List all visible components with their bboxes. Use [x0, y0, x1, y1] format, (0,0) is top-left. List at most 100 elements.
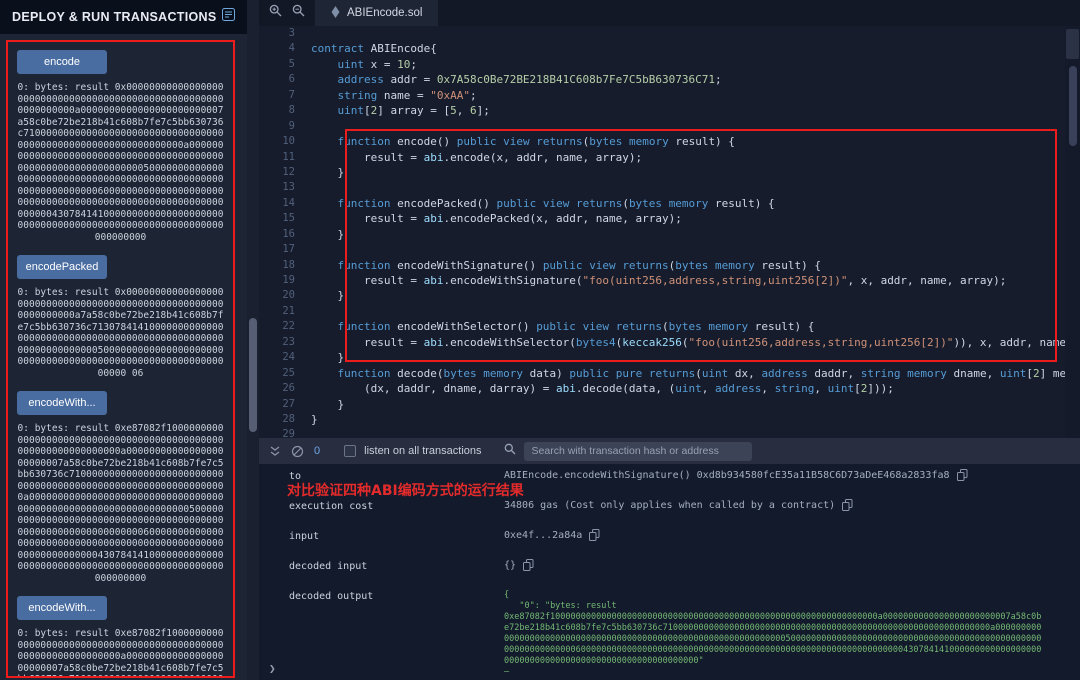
line-number: 23 — [259, 335, 311, 350]
run-button-2[interactable]: encodePacked — [17, 255, 107, 279]
copy-icon[interactable] — [842, 499, 853, 511]
line-number: 17 — [259, 242, 311, 257]
code-line: 27 } — [259, 397, 1080, 412]
run-button-1[interactable]: encode — [17, 50, 107, 74]
code-line: 10 function encode() public view returns… — [259, 134, 1080, 149]
editor-scrollbar[interactable] — [1065, 26, 1080, 438]
block-transactions-icon[interactable] — [291, 445, 304, 458]
terminal-row-label: input — [289, 530, 504, 544]
code-line: 5 uint x = 10; — [259, 57, 1080, 72]
line-number: 6 — [259, 72, 311, 87]
line-number: 26 — [259, 381, 311, 396]
code-line: 18 function encodeWithSignature() public… — [259, 258, 1080, 273]
line-number: 4 — [259, 41, 311, 56]
copy-icon[interactable] — [957, 469, 968, 481]
run-output-2: 0: bytes: result 0x000000000000000000000… — [13, 287, 228, 379]
code-line: 22 function encodeWithSelector() public … — [259, 319, 1080, 334]
run-output-1: 0: bytes: result 0x000000000000000000000… — [13, 82, 228, 243]
copy-icon[interactable] — [589, 529, 600, 541]
terminal-row: execution cost34806 gas (Cost only appli… — [289, 500, 1080, 514]
terminal-row-value: {} — [504, 560, 1080, 574]
code-line: 14 function encodePacked() public view r… — [259, 196, 1080, 211]
tab-abiencode-sol[interactable]: ABIEncode.sol — [315, 0, 438, 26]
copy-icon[interactable] — [523, 559, 534, 571]
run-button-4[interactable]: encodeWith... — [17, 596, 107, 620]
code-text: function encode() public view returns(by… — [311, 134, 735, 149]
minimap — [1066, 29, 1079, 59]
code-line: 3 — [259, 26, 1080, 41]
code-line: 8 uint[2] array = [5, 6]; — [259, 103, 1080, 118]
annotation-text: 对比验证四种ABI编码方式的运行结果 — [287, 480, 524, 500]
line-number: 18 — [259, 258, 311, 273]
code-line: 9 — [259, 119, 1080, 134]
code-line: 4contract ABIEncode{ — [259, 41, 1080, 56]
code-text: function encodeWithSelector() public vie… — [311, 319, 814, 334]
code-line: 23 result = abi.encodeWithSelector(bytes… — [259, 335, 1080, 350]
terminal-row: decoded input{} — [289, 560, 1080, 574]
line-number: 22 — [259, 319, 311, 334]
code-text: result = abi.encodeWithSignature("foo(ui… — [311, 273, 1006, 288]
panel-scrollbar[interactable] — [247, 0, 259, 680]
editor-scrollbar-thumb[interactable] — [1069, 66, 1077, 146]
code-line: 16 } — [259, 227, 1080, 242]
line-number: 21 — [259, 304, 311, 319]
line-number: 3 — [259, 26, 311, 41]
annotation-box-left: encode 0: bytes: result 0x000000000000000… — [6, 40, 235, 678]
code-line: 21 — [259, 304, 1080, 319]
line-number: 28 — [259, 412, 311, 427]
code-text: contract ABIEncode{ — [311, 41, 437, 56]
terminal-row-value-text: {} — [504, 560, 516, 571]
code-area[interactable]: 34contract ABIEncode{5 uint x = 10;6 add… — [259, 26, 1080, 438]
code-text: string name = "0xAA"; — [311, 88, 477, 103]
line-number: 12 — [259, 165, 311, 180]
line-number: 19 — [259, 273, 311, 288]
listen-checkbox[interactable] — [344, 445, 356, 457]
code-text: function encodePacked() public view retu… — [311, 196, 775, 211]
code-text: function encodeWithSignature() public vi… — [311, 258, 821, 273]
code-text: } — [311, 165, 344, 180]
terminal-row-value-text: ABIEncode.encodeWithSignature() 0xd8b934… — [504, 470, 950, 481]
panel-icon[interactable] — [222, 8, 235, 26]
code-line: 25 function decode(bytes memory data) pu… — [259, 366, 1080, 381]
code-line: 24 } — [259, 350, 1080, 365]
run-section-1: encode 0: bytes: result 0x000000000000000… — [13, 50, 228, 243]
terminal-row: input0xe4f...2a84a — [289, 530, 1080, 544]
line-number: 5 — [259, 57, 311, 72]
code-line: 7 string name = "0xAA"; — [259, 88, 1080, 103]
code-line: 20 } — [259, 288, 1080, 303]
zoom-out-icon[interactable] — [292, 4, 305, 22]
terminal-row-value: { "0": "bytes: result 0xe87082f100000000… — [504, 590, 1080, 678]
terminal-toolbar: 0 listen on all transactions — [259, 438, 1080, 464]
line-number: 20 — [259, 288, 311, 303]
code-line: 11 result = abi.encode(x, addr, name, ar… — [259, 150, 1080, 165]
run-section-3: encodeWith... 0: bytes: result 0xe87082f1… — [13, 391, 228, 584]
line-number: 27 — [259, 397, 311, 412]
panel-scrollbar-thumb[interactable] — [249, 318, 257, 432]
prompt-icon[interactable]: ❯ — [269, 662, 276, 675]
editor: ABIEncode.sol 34contract ABIEncode{5 uin… — [259, 0, 1080, 680]
code-line: 28} — [259, 412, 1080, 427]
code-line: 12 } — [259, 165, 1080, 180]
terminal-row-value: 34806 gas (Cost only applies when called… — [504, 500, 1080, 514]
line-number: 13 — [259, 180, 311, 195]
code-lines: 34contract ABIEncode{5 uint x = 10;6 add… — [259, 26, 1080, 438]
code-text: uint[2] array = [5, 6]; — [311, 103, 490, 118]
run-sections: encode 0: bytes: result 0x000000000000000… — [13, 50, 228, 678]
collapse-terminal-icon[interactable] — [269, 446, 281, 457]
code-text: (dx, daddr, dname, darray) = abi.decode(… — [311, 381, 894, 396]
terminal-row: decoded output{ "0": "bytes: result 0xe8… — [289, 590, 1080, 678]
tab-label: ABIEncode.sol — [347, 7, 422, 19]
search-input[interactable] — [524, 442, 752, 461]
deploy-run-header: DEPLOY & RUN TRANSACTIONS — [0, 0, 247, 34]
code-text: } — [311, 227, 344, 242]
code-text: result = abi.encode(x, addr, name, array… — [311, 150, 642, 165]
terminal-rows: toABIEncode.encodeWithSignature() 0xd8b9… — [289, 470, 1080, 678]
solidity-file-icon — [331, 6, 340, 21]
code-line: 26 (dx, daddr, dname, darray) = abi.deco… — [259, 381, 1080, 396]
run-button-3[interactable]: encodeWith... — [17, 391, 107, 415]
code-text: } — [311, 397, 344, 412]
editor-tabbar: ABIEncode.sol — [259, 0, 1080, 26]
zoom-in-icon[interactable] — [269, 4, 282, 22]
code-line: 19 result = abi.encodeWithSignature("foo… — [259, 273, 1080, 288]
run-output-3: 0: bytes: result 0xe87082f10000000000000… — [13, 423, 228, 584]
